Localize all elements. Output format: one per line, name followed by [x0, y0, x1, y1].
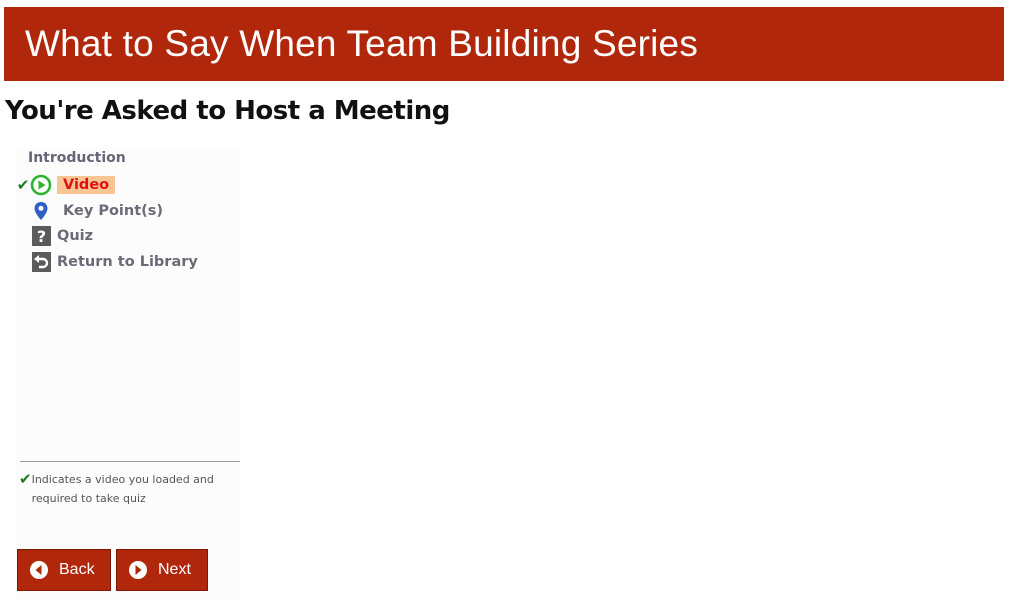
series-title: What to Say When Team Building Series: [25, 23, 699, 64]
chevron-left-circle-icon: [30, 561, 48, 579]
chevron-right-circle-icon: [129, 561, 147, 579]
checkmark-icon: ✔: [19, 470, 32, 488]
sidebar-divider: [20, 461, 240, 462]
back-button-label: Back: [59, 561, 95, 578]
checkmark-icon: ✔: [16, 176, 30, 194]
sidebar-item-label: Return to Library: [57, 254, 198, 270]
series-header: What to Say When Team Building Series: [4, 7, 1004, 81]
next-button[interactable]: Next: [116, 549, 208, 591]
lesson-sidebar: Introduction ✔ Video Key Point(s) ? Quiz…: [16, 150, 240, 600]
video-legend: ✔ Indicates a video you loaded and requi…: [19, 470, 234, 508]
page: What to Say When Team Building Series Yo…: [0, 0, 1013, 602]
legend-text: Indicates a video you loaded and require…: [31, 473, 214, 505]
sidebar-item-video[interactable]: ✔ Video: [16, 174, 116, 196]
sidebar-heading: Introduction: [28, 150, 126, 166]
play-circle-icon: [30, 174, 52, 196]
sidebar-item-label: Key Point(s): [63, 203, 164, 219]
sidebar-item-quiz[interactable]: ? Quiz: [16, 225, 93, 247]
sidebar-item-key-points[interactable]: Key Point(s): [16, 200, 163, 222]
next-button-label: Next: [158, 561, 191, 578]
question-icon: ?: [30, 225, 52, 247]
lesson-title: You're Asked to Host a Meeting: [5, 96, 450, 126]
sidebar-item-label: Video: [57, 176, 116, 194]
svg-text:?: ?: [37, 227, 46, 246]
sidebar-item-return-to-library[interactable]: Return to Library: [16, 251, 198, 273]
back-button[interactable]: Back: [17, 549, 111, 591]
return-arrow-icon: [30, 251, 52, 273]
video-content-area: [240, 150, 1013, 600]
sidebar-item-label: Quiz: [57, 228, 94, 244]
map-pin-icon: [30, 200, 52, 222]
